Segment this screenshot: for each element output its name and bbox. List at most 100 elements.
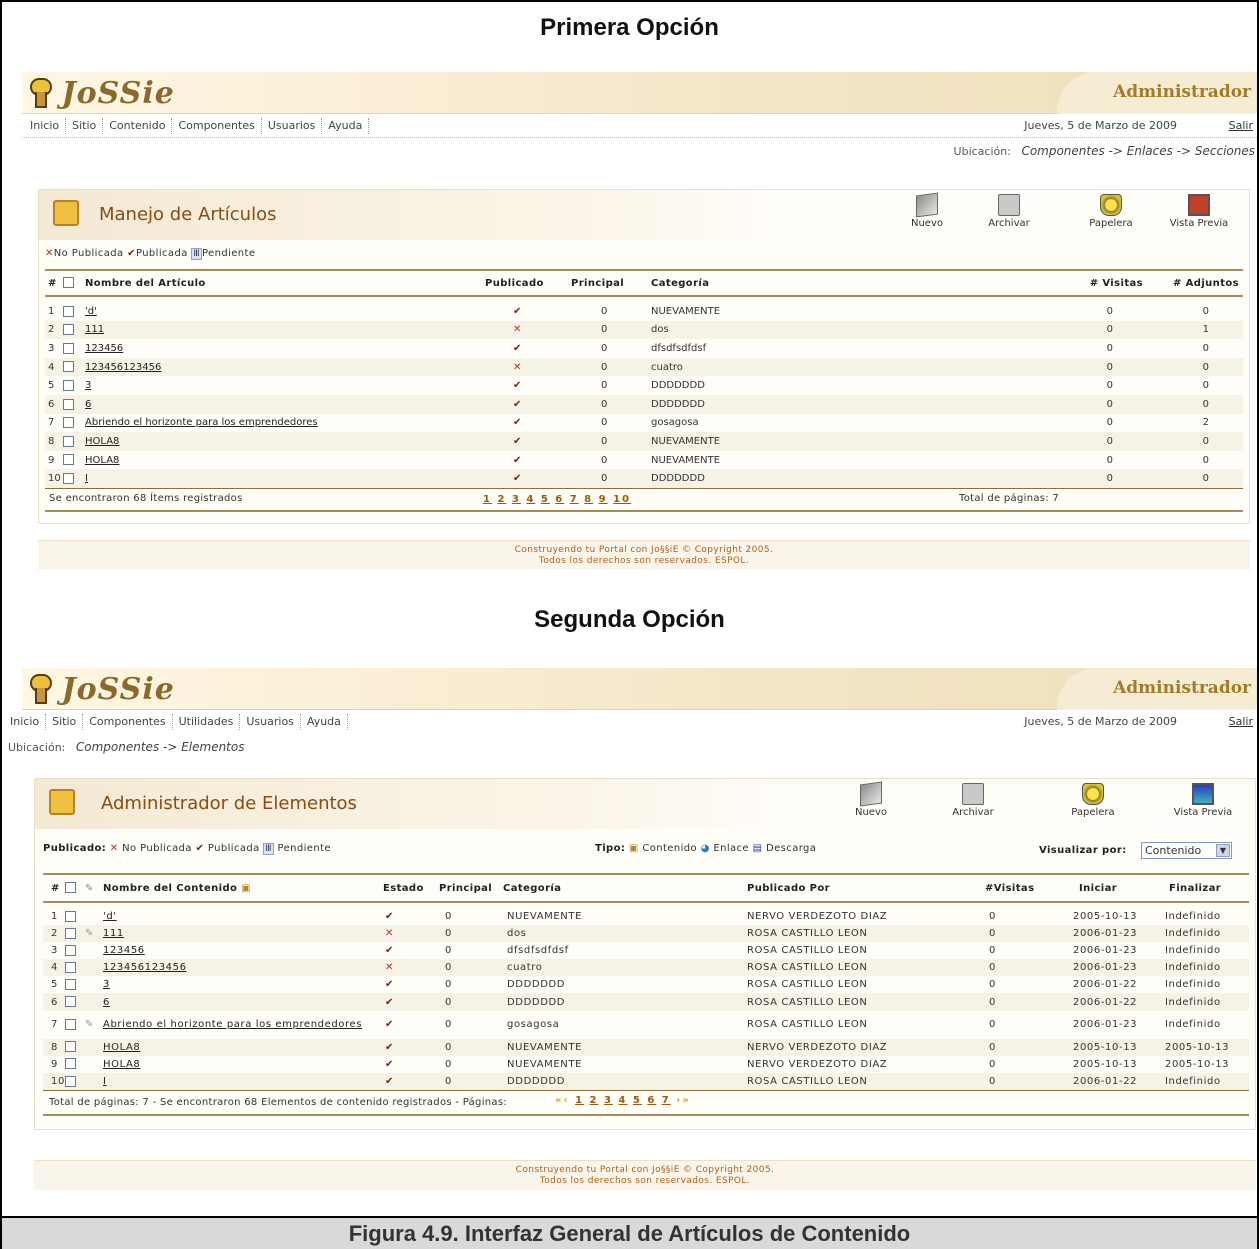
page-link[interactable]: 6 [647, 1095, 656, 1106]
published-icon[interactable]: ✔ [385, 1059, 394, 1070]
article-link[interactable]: I [85, 473, 88, 484]
page-link[interactable]: 2 [497, 494, 506, 505]
row-checkbox[interactable] [65, 996, 76, 1008]
page-link[interactable]: 5 [633, 1095, 642, 1106]
new-button[interactable]: Nuevo [835, 781, 907, 818]
content-link[interactable]: 3 [103, 979, 110, 990]
content-link[interactable]: HOLA8 [103, 1042, 140, 1053]
last-page-icon[interactable]: ›» [676, 1095, 691, 1106]
select-all-checkbox[interactable] [63, 277, 74, 289]
published-icon[interactable]: ✔ [513, 343, 521, 354]
published-icon[interactable]: ✔ [385, 1076, 394, 1087]
col-status[interactable]: Estado [383, 873, 439, 903]
content-link[interactable]: Abriendo el horizonte para los emprended… [103, 1019, 362, 1030]
published-icon[interactable]: ✔ [513, 417, 521, 428]
content-link[interactable]: 'd' [103, 911, 117, 922]
article-link[interactable]: 3 [85, 380, 91, 391]
published-icon[interactable]: ✔ [513, 473, 521, 484]
page-link[interactable]: 6 [555, 494, 564, 505]
row-checkbox[interactable] [65, 1018, 76, 1030]
col-end[interactable]: Finalizar [1157, 873, 1249, 903]
content-link[interactable]: 123456 [103, 945, 145, 956]
page-link[interactable]: 3 [604, 1095, 613, 1106]
article-link[interactable]: 6 [85, 399, 91, 410]
row-checkbox[interactable] [65, 962, 76, 974]
article-link[interactable]: 123456 [85, 343, 123, 354]
trash-button[interactable]: Papelera [1075, 194, 1147, 229]
col-name[interactable]: Nombre del Contenido ▣ [103, 873, 383, 903]
preview-button[interactable]: Vista Previa [1167, 783, 1239, 818]
article-link[interactable]: 111 [85, 324, 104, 335]
page-link[interactable]: 3 [512, 494, 521, 505]
row-checkbox[interactable] [65, 1075, 76, 1087]
col-published-by[interactable]: Publicado Por [747, 873, 985, 903]
page-link[interactable]: 5 [541, 494, 550, 505]
row-checkbox[interactable] [65, 979, 76, 991]
page-link[interactable]: 1 [483, 494, 492, 505]
logout-link[interactable]: Salir [1229, 119, 1253, 132]
new-button[interactable]: Nuevo [891, 192, 963, 229]
published-icon[interactable]: ✔ [385, 911, 394, 922]
published-icon[interactable]: ✔ [385, 1042, 394, 1053]
page-link[interactable]: 2 [590, 1095, 599, 1106]
unpublished-icon[interactable]: ✕ [385, 928, 394, 939]
page-link[interactable]: 9 [599, 494, 608, 505]
menu-item[interactable]: Contenido [103, 118, 173, 134]
row-checkbox[interactable] [65, 944, 76, 956]
menu-item[interactable]: Inicio [4, 714, 47, 730]
row-checkbox[interactable] [65, 1058, 76, 1070]
row-checkbox[interactable] [63, 324, 74, 336]
preview-button[interactable]: Vista Previa [1163, 194, 1235, 229]
page-link[interactable]: 8 [584, 494, 593, 505]
select-all-checkbox[interactable] [65, 882, 76, 894]
archive-button[interactable]: Archivar [973, 194, 1045, 229]
row-checkbox[interactable] [65, 927, 76, 939]
published-icon[interactable]: ✔ [385, 945, 394, 956]
article-link[interactable]: 'd' [85, 306, 97, 317]
col-category[interactable]: Categoría [651, 269, 1049, 297]
page-link[interactable]: 7 [662, 1095, 671, 1106]
published-icon[interactable]: ✔ [513, 306, 521, 317]
menu-item[interactable]: Inicio [24, 118, 67, 134]
col-visits[interactable]: # Visitas [1049, 269, 1149, 297]
published-icon[interactable]: ✔ [513, 399, 521, 410]
col-main[interactable]: Principal [439, 873, 503, 903]
article-link[interactable]: HOLA8 [85, 436, 119, 447]
row-checkbox[interactable] [63, 454, 74, 466]
unpublished-icon[interactable]: ✕ [385, 962, 394, 973]
col-category[interactable]: Categoría [503, 873, 747, 903]
row-checkbox[interactable] [63, 305, 74, 317]
col-attachments[interactable]: # Adjuntos [1149, 269, 1243, 297]
published-icon[interactable]: ✔ [385, 997, 394, 1008]
article-link[interactable]: 123456123456 [85, 362, 161, 373]
content-link[interactable]: 123456123456 [103, 962, 187, 973]
view-by-select[interactable]: Contenido ▼ [1141, 842, 1232, 859]
published-icon[interactable]: ✔ [385, 1019, 394, 1030]
col-visits[interactable]: #Visitas [985, 873, 1065, 903]
article-link[interactable]: HOLA8 [85, 455, 119, 466]
published-icon[interactable]: ✔ [513, 455, 521, 466]
menu-item[interactable]: Ayuda [322, 118, 370, 134]
content-link[interactable]: I [103, 1076, 107, 1087]
menu-item[interactable]: Usuarios [240, 714, 301, 730]
unpublished-icon[interactable]: ✕ [513, 362, 521, 373]
page-link[interactable]: 1 [575, 1095, 584, 1106]
row-checkbox[interactable] [63, 361, 74, 373]
menu-item[interactable]: Componentes [83, 714, 173, 730]
published-icon[interactable]: ✔ [513, 436, 521, 447]
row-checkbox[interactable] [63, 417, 74, 429]
first-page-icon[interactable]: «‹ [555, 1095, 575, 1106]
menu-item[interactable]: Sitio [46, 714, 84, 730]
content-link[interactable]: HOLA8 [103, 1059, 140, 1070]
unpublished-icon[interactable]: ✕ [513, 324, 521, 335]
published-icon[interactable]: ✔ [513, 380, 521, 391]
menu-item[interactable]: Usuarios [262, 118, 323, 134]
row-checkbox[interactable] [65, 910, 76, 922]
page-link[interactable]: 4 [526, 494, 535, 505]
menu-item[interactable]: Ayuda [301, 714, 348, 730]
page-link[interactable]: 7 [570, 494, 579, 505]
archive-button[interactable]: Archivar [937, 783, 1009, 818]
logout-link[interactable]: Salir [1229, 715, 1253, 728]
menu-item[interactable]: Utilidades [173, 714, 241, 730]
row-checkbox[interactable] [63, 398, 74, 410]
